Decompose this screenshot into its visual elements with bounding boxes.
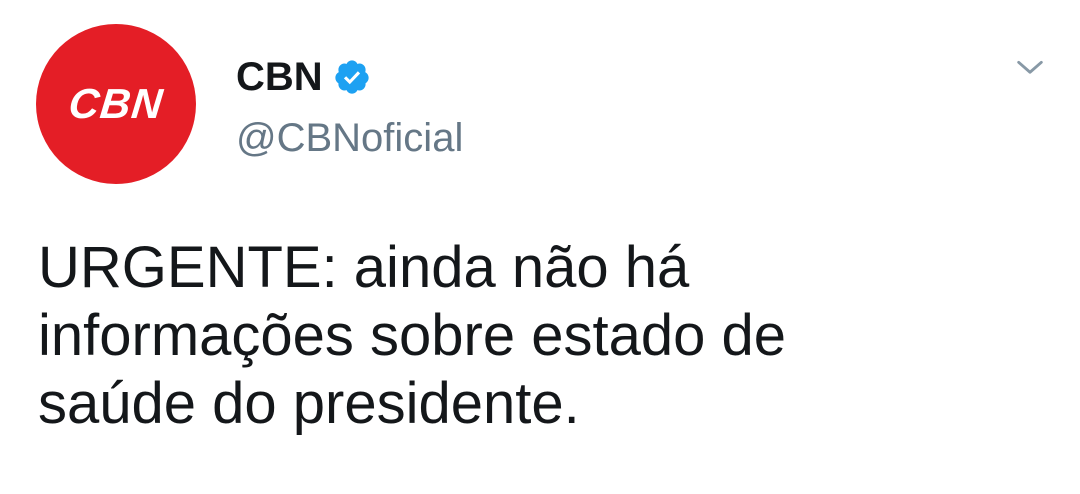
tweet: CBN CBN @CBNoficial URGENTE: ainda não h… — [0, 0, 1080, 494]
display-name[interactable]: CBN — [236, 52, 323, 102]
verified-badge-icon — [333, 58, 371, 96]
avatar[interactable]: CBN — [36, 24, 196, 184]
chevron-down-icon[interactable] — [1010, 50, 1050, 86]
author-handle[interactable]: @CBNoficial — [236, 114, 463, 162]
avatar-logo: CBN — [66, 80, 166, 127]
author-name-row: CBN — [236, 52, 371, 102]
tweet-text: URGENTE: ainda não há informações sobre … — [38, 235, 786, 436]
